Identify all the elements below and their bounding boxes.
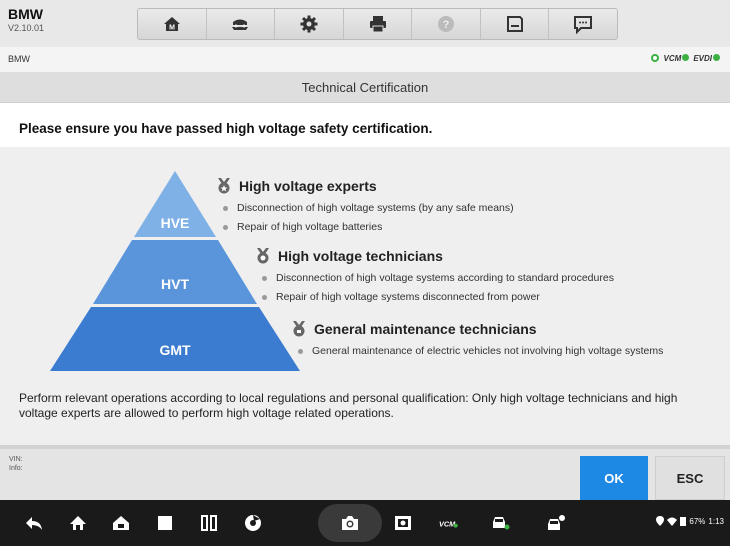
brand-block: BMW V2.10.01 — [8, 6, 44, 34]
save-icon — [506, 16, 523, 32]
pyramid-label-hvt: HVT — [161, 276, 189, 292]
location-icon — [656, 516, 665, 526]
vcm-nav-button[interactable]: VCM — [434, 511, 464, 535]
system-status: 67% 1:13 — [656, 516, 724, 526]
list-item: Disconnection of high voltage systems ac… — [256, 272, 614, 284]
save-button[interactable] — [480, 9, 550, 39]
svg-text:VCM: VCM — [439, 519, 456, 528]
app-version: V2.10.01 — [8, 23, 45, 33]
vehicle-nav-button[interactable] — [488, 511, 512, 535]
back-icon — [26, 517, 42, 530]
house-button[interactable] — [109, 511, 133, 535]
browser-button[interactable] — [241, 511, 265, 535]
main-toolbar: M ? — [137, 8, 618, 40]
vehicle-info: VIN: Info: — [9, 455, 23, 473]
info-label: Info: — [9, 465, 23, 472]
pyramid-level-hvt — [93, 240, 257, 304]
vcm-icon: VCM — [439, 519, 458, 528]
group-general-maintenance-technicians: General maintenance technicians General … — [292, 321, 663, 364]
instruction-text: Please ensure you have passed high volta… — [19, 121, 433, 136]
list-item: Repair of high voltage batteries — [217, 221, 514, 233]
screen-record-icon — [395, 516, 411, 530]
back-button[interactable] — [22, 511, 46, 535]
breadcrumb: BMW — [8, 54, 30, 64]
vehicle-swap-icon — [232, 19, 249, 30]
list-item: General maintenance of electric vehicles… — [292, 345, 663, 357]
footer-bar: VIN: Info: OK ESC — [0, 445, 730, 500]
home-icon: M — [163, 17, 180, 32]
print-icon — [369, 16, 386, 33]
car-connected-icon — [493, 517, 510, 530]
camera-icon — [342, 516, 358, 530]
svg-text:?: ? — [443, 19, 450, 31]
vcm-connected-icon — [682, 53, 690, 61]
medal-icon — [218, 178, 230, 194]
breadcrumb-bar: BMW VCM EVDI — [0, 47, 730, 73]
settings-icon — [300, 15, 318, 33]
group-high-voltage-technicians: High voltage technicians Disconnection o… — [256, 248, 614, 310]
pyramid-label-hve: HVE — [160, 215, 190, 231]
screen-record-button[interactable] — [391, 511, 415, 535]
screenshot-button[interactable] — [338, 511, 362, 535]
split-screen-icon — [201, 515, 217, 531]
wifi-icon — [667, 517, 678, 526]
battery-icon — [680, 517, 687, 526]
remote-diagnosis-button[interactable] — [544, 511, 568, 535]
network-icon — [650, 54, 659, 62]
header-bar: BMW V2.10.01 M ? — [0, 0, 730, 47]
help-button[interactable]: ? — [412, 9, 481, 39]
home-nav-icon — [70, 516, 86, 530]
house-icon — [113, 516, 129, 530]
list-item: Disconnection of high voltage systems (b… — [217, 202, 514, 214]
recent-apps-button[interactable] — [153, 511, 177, 535]
group-high-voltage-experts: High voltage experts Disconnection of hi… — [217, 178, 514, 240]
help-icon: ? — [438, 16, 455, 32]
ok-button[interactable]: OK — [580, 456, 648, 500]
medal-icon — [257, 248, 269, 264]
system-navbar: VCM 67% 1:13 — [0, 500, 730, 546]
message-icon — [574, 16, 593, 34]
clock: 1:13 — [708, 516, 724, 526]
vcm-status: VCM — [664, 53, 690, 63]
battery-percent: 67% — [689, 516, 706, 526]
remote-car-icon — [548, 515, 565, 530]
group-title: High voltage technicians — [278, 248, 443, 264]
medal-icon — [293, 321, 305, 337]
group-title: General maintenance technicians — [314, 321, 537, 337]
connection-status: VCM EVDI — [650, 53, 720, 63]
pyramid-level-gmt — [50, 307, 300, 371]
message-button[interactable] — [549, 9, 617, 39]
vehicle-swap-button[interactable] — [206, 9, 276, 39]
home-button[interactable]: M — [138, 9, 207, 39]
split-screen-button[interactable] — [197, 511, 221, 535]
regulation-note: Perform relevant operations according to… — [19, 391, 678, 420]
list-item: Repair of high voltage systems disconnec… — [256, 291, 614, 303]
svg-text:M: M — [169, 25, 175, 32]
browser-icon — [245, 515, 261, 531]
vin-label: VIN: — [9, 456, 23, 463]
evdi-status: EVDI — [693, 53, 720, 63]
print-button[interactable] — [343, 9, 413, 39]
square-icon — [158, 516, 172, 530]
settings-button[interactable] — [275, 9, 344, 39]
home-nav-button[interactable] — [66, 511, 90, 535]
pyramid-label-gmt: GMT — [159, 342, 191, 358]
evdi-connected-icon — [713, 53, 720, 61]
brand-name: BMW — [8, 6, 43, 22]
esc-button[interactable]: ESC — [655, 456, 725, 500]
page-title: Technical Certification — [0, 73, 730, 103]
group-title: High voltage experts — [239, 178, 377, 194]
